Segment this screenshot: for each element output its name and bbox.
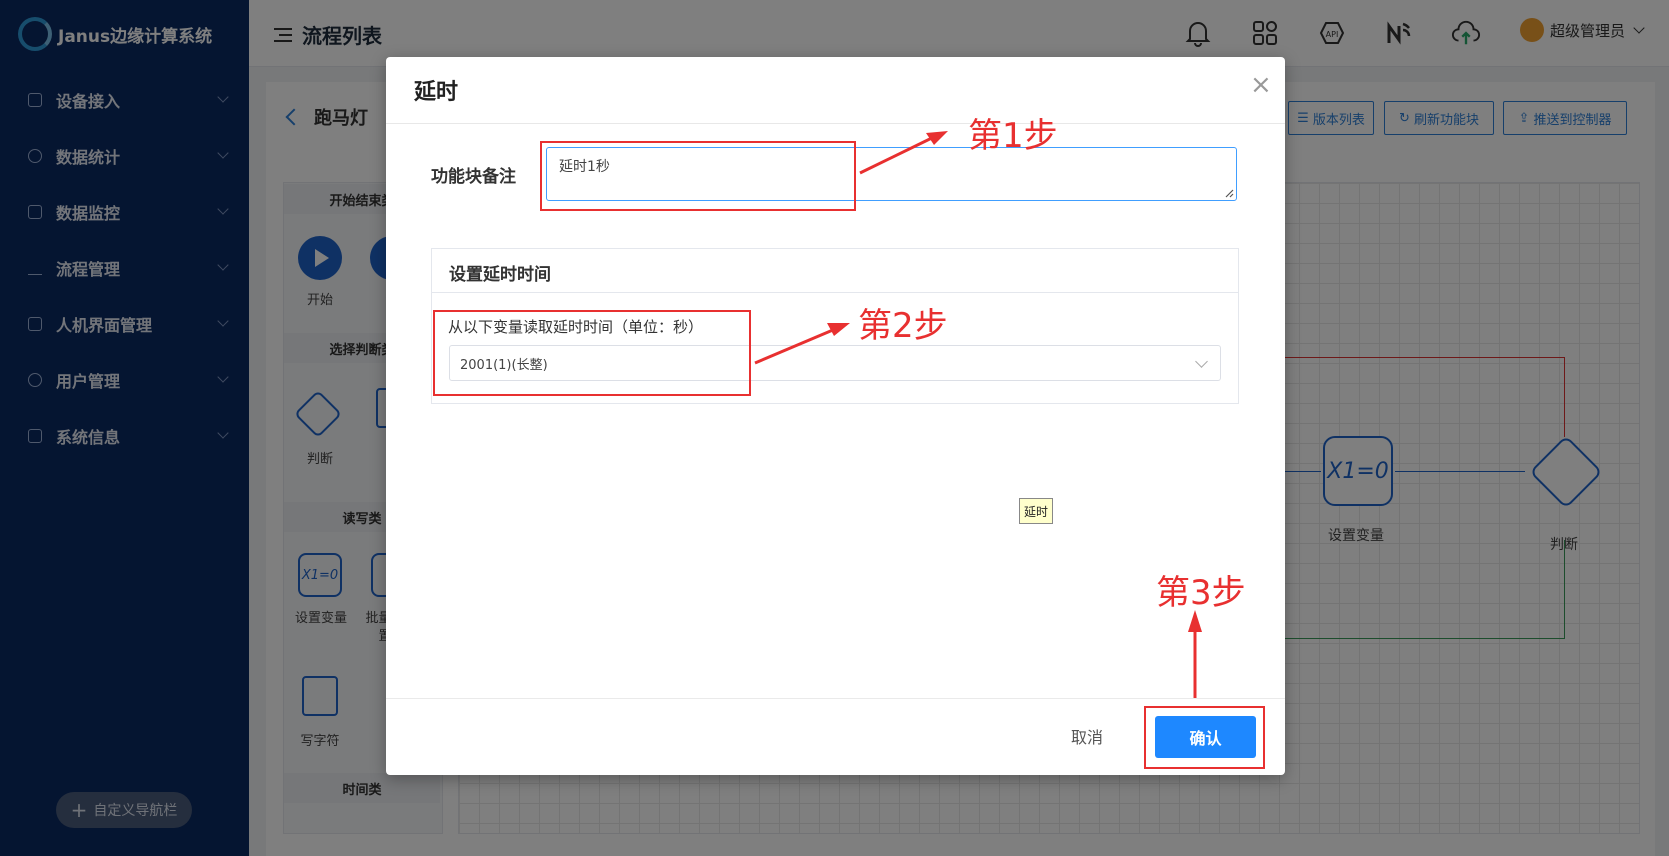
arrow-head-step3 <box>1188 610 1202 632</box>
annotation-arrows <box>754 131 1202 698</box>
arrow-step2 <box>754 325 841 365</box>
arrow-step1 <box>859 133 939 175</box>
